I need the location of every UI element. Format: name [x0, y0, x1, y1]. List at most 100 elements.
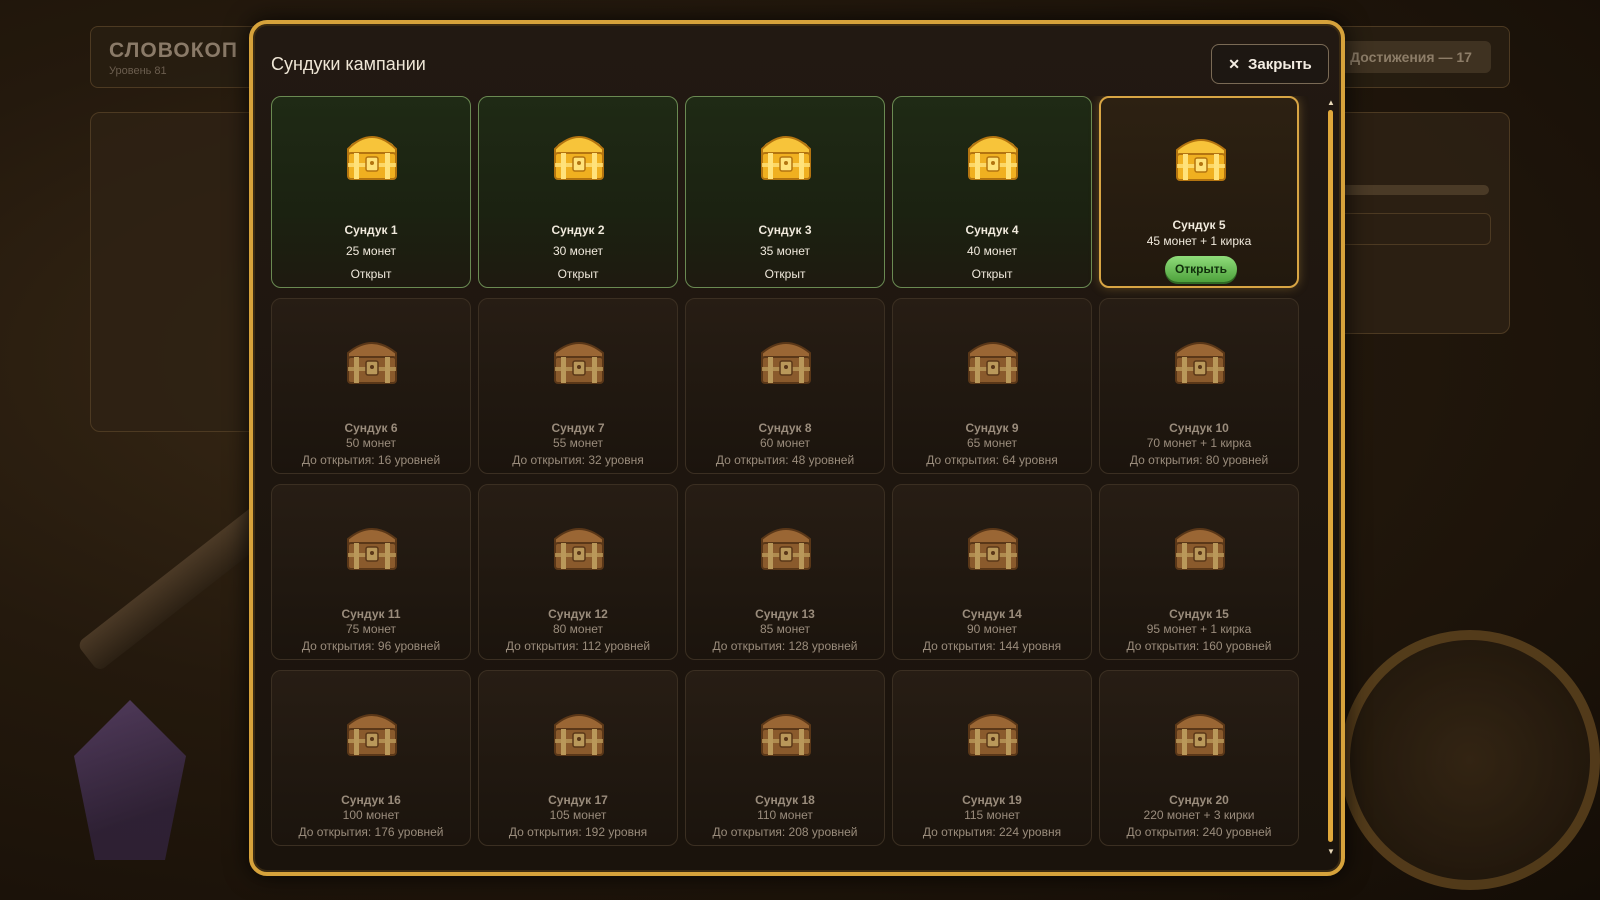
chest-unlock-requirement: До открытия: 112 уровней — [505, 639, 651, 653]
chest-reward: 105 монет — [549, 808, 607, 822]
chest-reward: 40 монет — [966, 244, 1017, 258]
chest-reward: 55 монет — [552, 436, 603, 450]
chest-name: Сундук 13 — [755, 607, 815, 621]
chest-card: Сундук 20 220 монет + 3 кирки До открытия:… — [1099, 670, 1299, 846]
chest-unlock-requirement: До открытия: 224 уровня — [922, 825, 1062, 839]
chest-name: Сундук 16 — [341, 793, 401, 807]
chest-reward: 115 монет — [964, 808, 1020, 822]
chest-unlock-requirement: До открытия: 64 уровня — [926, 453, 1058, 467]
chest-reward: 70 монет + 1 кирка — [1146, 436, 1252, 450]
chest-icon — [1169, 124, 1233, 188]
chest-name: Сундук 10 — [1169, 421, 1229, 435]
chest-reward: 80 монет — [552, 622, 603, 636]
chest-name: Сундук 4 — [965, 223, 1019, 237]
chest-unlock-requirement: До открытия: 96 уровней — [301, 639, 441, 653]
chest-reward: 45 монет + 1 кирка — [1146, 234, 1252, 248]
open-chest-button[interactable]: Открыть — [1165, 256, 1237, 282]
chest-icon — [961, 327, 1025, 391]
chest-reward: 50 монет — [345, 436, 396, 450]
chest-icon — [340, 327, 404, 391]
chest-card: Сундук 4 40 монет Открыт — [892, 96, 1092, 288]
chest-card[interactable]: Сундук 5 45 монет + 1 кирка Открыть — [1099, 96, 1299, 288]
chest-card: Сундук 2 30 монет Открыт — [478, 96, 678, 288]
chest-card: Сундук 19 115 монет До открытия: 224 уровн… — [892, 670, 1092, 846]
chest-icon — [1168, 513, 1232, 577]
achievements-button[interactable]: Достижения — 17 — [1331, 41, 1491, 73]
chest-unlock-requirement: До открытия: 176 уровней — [298, 825, 444, 839]
chest-unlock-requirement: До открытия: 192 уровня — [508, 825, 648, 839]
chest-card: Сундук 3 35 монет Открыт — [685, 96, 885, 288]
chest-reward: 220 монет + 3 кирки — [1143, 808, 1255, 822]
chest-card: Сундук 1 25 монет Открыт — [271, 96, 471, 288]
chest-name: Сундук 15 — [1169, 607, 1229, 621]
app-header: СЛОВОКОП Уровень 81 — [90, 26, 262, 88]
chest-icon — [547, 123, 611, 187]
chest-icon — [754, 513, 818, 577]
app-title: СЛОВОКОП — [109, 39, 238, 62]
scrollbar[interactable]: ▲ ▼ — [1325, 98, 1337, 856]
chest-unlock-requirement: До открытия: 240 уровней — [1126, 825, 1272, 839]
scroll-thumb[interactable] — [1328, 110, 1333, 842]
modal-title: Сундуки кампании — [271, 54, 426, 74]
chest-status: Открыт — [350, 267, 392, 281]
chest-reward: 95 монет + 1 кирка — [1146, 622, 1252, 636]
right-panel — [1318, 112, 1510, 334]
chest-name: Сундук 2 — [551, 223, 605, 237]
chest-reward: 85 монет — [759, 622, 810, 636]
chest-reward: 65 монет — [966, 436, 1017, 450]
chest-card: Сундук 17 105 монет До открытия: 192 уровн… — [478, 670, 678, 846]
close-icon: ✕ — [1228, 55, 1240, 72]
chest-card: Сундук 9 65 монет До открытия: 64 уровня — [892, 298, 1092, 474]
chest-card: Сундук 16 100 монет До открытия: 176 уровн… — [271, 670, 471, 846]
chest-card: Сундук 8 60 монет До открытия: 48 уровней — [685, 298, 885, 474]
chest-card: Сундук 15 95 монет + 1 кирка До открытия: … — [1099, 484, 1299, 660]
chest-card: Сундук 7 55 монет До открытия: 32 уровня — [478, 298, 678, 474]
chest-icon — [340, 123, 404, 187]
chest-name: Сундук 11 — [341, 607, 401, 621]
chest-icon — [547, 327, 611, 391]
campaign-chests-modal: Сундуки кампании ✕ Закрыть Сундук 1 25 мо… — [249, 20, 1345, 876]
chest-icon — [340, 513, 404, 577]
word-field — [1329, 213, 1491, 245]
scroll-up-arrow-icon[interactable]: ▲ — [1327, 98, 1335, 107]
close-label: Закрыть — [1247, 55, 1312, 73]
chest-unlock-requirement: До открытия: 160 уровней — [1126, 639, 1272, 653]
chest-card: Сундук 12 80 монет До открытия: 112 уровне… — [478, 484, 678, 660]
chest-name: Сундук 8 — [758, 421, 812, 435]
chest-name: Сундук 1 — [344, 223, 398, 237]
chest-reward: 110 монет — [757, 808, 813, 822]
chest-card: Сундук 10 70 монет + 1 кирка До открытия: … — [1099, 298, 1299, 474]
chest-unlock-requirement: До открытия: 208 уровней — [712, 825, 858, 839]
chest-name: Сундук 12 — [548, 607, 608, 621]
chest-icon — [1168, 327, 1232, 391]
chest-icon — [547, 699, 611, 763]
chest-status: Открыт — [557, 267, 599, 281]
chest-card: Сундук 14 90 монет До открытия: 144 уровня — [892, 484, 1092, 660]
chest-name: Сундук 17 — [548, 793, 608, 807]
chest-name: Сундук 14 — [962, 607, 1022, 621]
chest-unlock-requirement: До открытия: 16 уровней — [301, 453, 441, 467]
chest-unlock-requirement: До открытия: 32 уровня — [512, 453, 644, 467]
chest-reward: 35 монет — [759, 244, 810, 258]
chest-name: Сундук 20 — [1169, 793, 1229, 807]
chest-icon — [961, 699, 1025, 763]
chest-unlock-requirement: До открытия: 128 уровней — [712, 639, 858, 653]
chest-reward: 100 монет — [342, 808, 400, 822]
background-crystal — [74, 700, 186, 860]
chest-icon — [754, 123, 818, 187]
chest-icon — [547, 513, 611, 577]
chest-reward: 30 монет — [552, 244, 603, 258]
scroll-down-arrow-icon[interactable]: ▼ — [1327, 847, 1335, 856]
chest-status: Открыт — [971, 267, 1013, 281]
chest-unlock-requirement: До открытия: 144 уровня — [922, 639, 1062, 653]
chest-icon — [754, 327, 818, 391]
chest-card: Сундук 11 75 монет До открытия: 96 уровней — [271, 484, 471, 660]
chest-reward: 25 монет — [345, 244, 396, 258]
chest-reward: 90 монет — [966, 622, 1017, 636]
close-button[interactable]: ✕ Закрыть — [1211, 44, 1329, 84]
chest-reward: 60 монет — [759, 436, 810, 450]
chest-icon — [961, 513, 1025, 577]
chest-icon — [340, 699, 404, 763]
chest-card: Сундук 13 85 монет До открытия: 128 уровне… — [685, 484, 885, 660]
chest-icon — [754, 699, 818, 763]
